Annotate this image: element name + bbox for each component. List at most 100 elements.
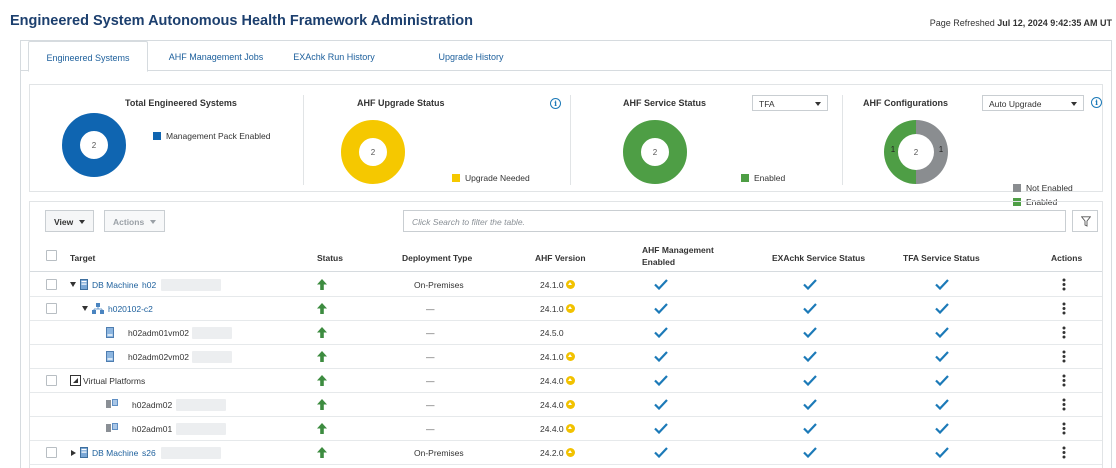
table-row[interactable]: h02adm01 — 24.4.0 — [30, 417, 1102, 441]
redacted-area — [161, 279, 221, 291]
configurations-info-icon[interactable]: i — [1091, 97, 1102, 108]
upgrade-available-icon[interactable] — [565, 400, 575, 409]
panel-divider — [303, 95, 304, 185]
column-header-mgmt-line1[interactable]: AHF Management — [642, 245, 714, 255]
tab-exachk-run-history[interactable]: EXAchk Run History — [279, 41, 389, 71]
table-header: Target Status Deployment Type AHF Versio… — [30, 240, 1102, 272]
deployment-type: — — [426, 400, 435, 410]
column-header-actions[interactable]: Actions — [1051, 253, 1082, 263]
column-header-mgmt-line2[interactable]: Enabled — [642, 257, 675, 267]
row-actions-kebab-icon[interactable] — [1062, 422, 1066, 435]
table-row[interactable]: DB Machine h02 On-Premises 24.1.0 — [30, 273, 1102, 297]
actions-menu-button[interactable]: Actions — [104, 210, 166, 232]
row-checkbox[interactable] — [46, 447, 57, 458]
exachk-status-check-icon — [803, 327, 817, 338]
legend-swatch — [153, 132, 161, 140]
mgmt-enabled-check-icon — [654, 303, 668, 314]
column-header-deployment[interactable]: Deployment Type — [402, 253, 472, 263]
legend-label-management-pack: Management Pack Enabled — [166, 131, 271, 141]
row-actions-kebab-icon[interactable] — [1062, 326, 1066, 339]
select-all-checkbox[interactable] — [46, 250, 57, 261]
table-row[interactable]: h02adm02vm02 — 24.1.0 — [30, 345, 1102, 369]
column-header-target[interactable]: Target — [70, 253, 95, 263]
expand-collapse-toggle[interactable] — [70, 375, 81, 386]
configurations-center-value: 2 — [913, 148, 919, 157]
upgrade-available-icon[interactable] — [565, 280, 575, 289]
service-status-title: AHF Service Status — [623, 98, 707, 108]
page: Engineered System Autonomous Health Fram… — [0, 0, 1116, 468]
refresh-time: Jul 12, 2024 9:42:35 AM UT — [997, 18, 1112, 28]
expand-collapse-toggle[interactable] — [70, 282, 76, 287]
table-row[interactable]: DB Machine s26 On-Premises 24.2.0 — [30, 441, 1102, 465]
ahf-version-value: 24.2.0 — [540, 448, 564, 458]
configurations-select-value: Auto Upgrade — [989, 99, 1042, 109]
virtual-machine-icon — [106, 351, 114, 364]
column-header-version[interactable]: AHF Version — [535, 253, 586, 263]
tab-upgrade-history[interactable]: Upgrade History — [416, 41, 526, 71]
upgrade-status-legend: Upgrade Needed — [452, 173, 530, 183]
row-actions-kebab-icon[interactable] — [1062, 278, 1066, 291]
row-actions-kebab-icon[interactable] — [1062, 350, 1066, 363]
upgrade-available-icon[interactable] — [565, 448, 575, 457]
exachk-status-check-icon — [803, 447, 817, 458]
ahf-version-value: 24.1.0 — [540, 304, 564, 314]
row-actions-kebab-icon[interactable] — [1062, 446, 1066, 459]
table-search-input[interactable]: Click Search to filter the table. — [403, 210, 1066, 232]
tab-ahf-management-jobs[interactable]: AHF Management Jobs — [156, 41, 276, 71]
upgrade-available-icon[interactable] — [565, 424, 575, 433]
chevron-down-icon — [1071, 102, 1077, 106]
target-name: Virtual Platforms — [83, 376, 146, 386]
tfa-status-check-icon — [935, 375, 949, 386]
redacted-area — [176, 399, 226, 411]
filter-button[interactable] — [1072, 210, 1098, 232]
upgrade-available-icon[interactable] — [565, 304, 575, 313]
view-menu-button[interactable]: View — [45, 210, 95, 232]
column-header-tfa[interactable]: TFA Service Status — [903, 253, 980, 263]
status-up-icon — [317, 375, 327, 386]
target-name[interactable]: h020102-c2 — [108, 304, 153, 314]
status-up-icon — [317, 327, 327, 338]
deployment-type: On-Premises — [414, 280, 464, 290]
target-name[interactable]: h02 — [142, 280, 156, 290]
ahf-version: 24.4.0 — [540, 376, 575, 386]
row-checkbox[interactable] — [46, 375, 57, 386]
table-row[interactable]: Virtual Platforms — 24.4.0 — [30, 369, 1102, 393]
upgrade-status-info-icon[interactable]: i — [550, 98, 561, 109]
deployment-type: — — [426, 376, 435, 386]
tfa-status-check-icon — [935, 351, 949, 362]
expand-collapse-toggle[interactable] — [82, 306, 88, 311]
tfa-status-check-icon — [935, 399, 949, 410]
content-frame: Engineered Systems AHF Management Jobs E… — [20, 40, 1112, 468]
column-header-status[interactable]: Status — [317, 253, 343, 263]
upgrade-status-center-value: 2 — [370, 148, 376, 157]
table-row[interactable]: h020102-c2 — 24.1.0 — [30, 297, 1102, 321]
row-actions-kebab-icon[interactable] — [1062, 302, 1066, 315]
database-icon — [80, 447, 88, 460]
row-checkbox[interactable] — [46, 279, 57, 290]
row-actions-kebab-icon[interactable] — [1062, 398, 1066, 411]
configurations-select[interactable]: Auto Upgrade — [982, 95, 1084, 111]
table-row[interactable]: h02adm02 — 24.4.0 — [30, 393, 1102, 417]
mgmt-enabled-check-icon — [654, 351, 668, 362]
tfa-status-check-icon — [935, 447, 949, 458]
tab-bar: Engineered Systems AHF Management Jobs E… — [21, 41, 1111, 72]
column-header-exachk[interactable]: EXAchk Service Status — [772, 253, 865, 263]
ahf-version: 24.1.0 — [540, 280, 575, 290]
table-row[interactable]: h02adm01vm02 — 24.5.0 — [30, 321, 1102, 345]
tab-engineered-systems[interactable]: Engineered Systems — [28, 41, 148, 72]
target-prefix[interactable]: DB Machine — [92, 280, 138, 290]
status-up-icon — [317, 351, 327, 362]
panel-divider — [842, 95, 843, 185]
row-actions-kebab-icon[interactable] — [1062, 374, 1066, 387]
exachk-status-check-icon — [803, 423, 817, 434]
virtual-machine-icon — [106, 327, 114, 340]
redacted-area — [192, 351, 232, 363]
target-name[interactable]: s26 — [142, 448, 156, 458]
target-prefix[interactable]: DB Machine — [92, 448, 138, 458]
ahf-version-value: 24.4.0 — [540, 424, 564, 434]
upgrade-available-icon[interactable] — [565, 376, 575, 385]
expand-collapse-toggle[interactable] — [71, 450, 76, 456]
row-checkbox[interactable] — [46, 303, 57, 314]
service-status-select[interactable]: TFA — [752, 95, 828, 111]
upgrade-available-icon[interactable] — [565, 352, 575, 361]
